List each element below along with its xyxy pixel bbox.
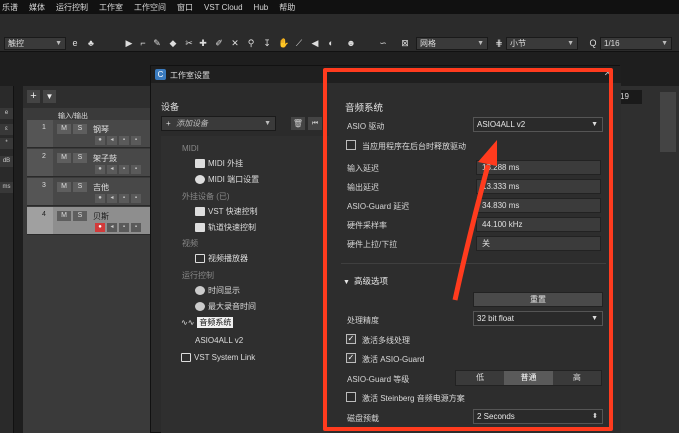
- annotation-arrow-icon: [452, 140, 497, 301]
